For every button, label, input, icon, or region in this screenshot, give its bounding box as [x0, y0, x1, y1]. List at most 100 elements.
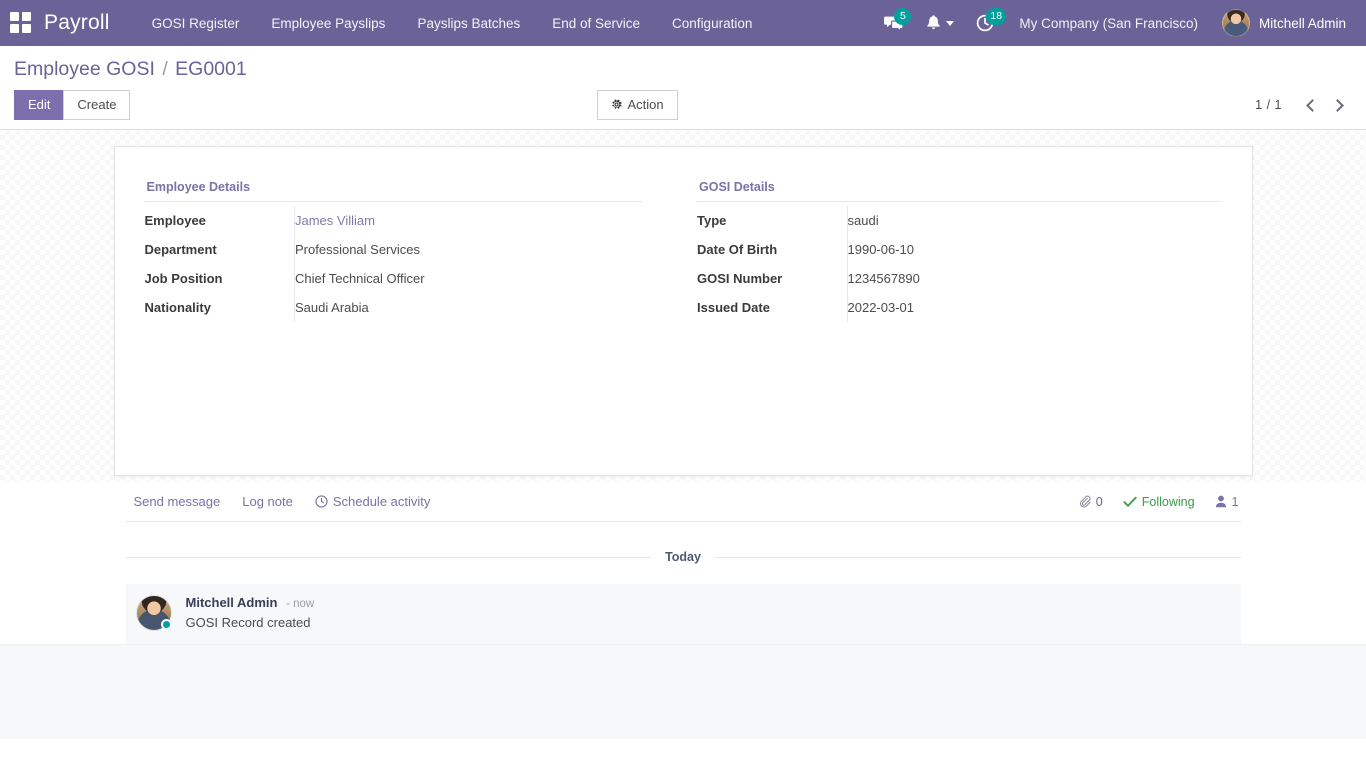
pager-value: 1 / 1 [1255, 98, 1296, 112]
notifications-menu[interactable] [915, 0, 965, 46]
chatter-inner: Send message Log note Schedule activity … [126, 481, 1241, 644]
chatter: Send message Log note Schedule activity … [0, 481, 1366, 644]
log-note-button[interactable]: Log note [242, 494, 293, 509]
field-row-job-position: Job Position Chief Technical Officer [145, 264, 644, 293]
label-job-position: Job Position [145, 264, 295, 293]
message-header: Mitchell Admin - now [186, 595, 315, 610]
gosi-details-title: GOSI Details [697, 180, 1222, 202]
chevron-right-icon [1331, 99, 1344, 112]
label-gosi-number: GOSI Number [697, 264, 847, 293]
check-icon [1123, 496, 1137, 508]
activities-badge: 18 [986, 8, 1006, 25]
schedule-activity-label: Schedule activity [333, 494, 431, 509]
employee-link[interactable]: James Villiam [295, 213, 375, 228]
value-job-position: Chief Technical Officer [295, 264, 644, 293]
breadcrumb-separator: / [162, 58, 167, 80]
breadcrumb: Employee GOSI / EG0001 [14, 56, 1352, 82]
gosi-details-group: GOSI Details Type saudi Date Of Birth 19… [683, 180, 1222, 322]
control-panel-actions: Edit Create Action 1 / 1 [14, 90, 1352, 120]
schedule-activity-button[interactable]: Schedule activity [315, 494, 431, 509]
employee-details-table: Employee James Villiam Department Profes… [145, 206, 644, 322]
message-author[interactable]: Mitchell Admin [186, 595, 278, 610]
day-separator: Today [126, 550, 1241, 564]
label-nationality: Nationality [145, 293, 295, 322]
control-panel: Employee GOSI / EG0001 Edit Create Actio… [0, 46, 1366, 130]
value-gosi-number: 1234567890 [847, 264, 1222, 293]
form-groups: Employee Details Employee James Villiam … [145, 180, 1222, 322]
messages-menu[interactable]: 5 [873, 0, 915, 46]
top-navbar: Payroll GOSI Register Employee Payslips … [0, 0, 1366, 46]
avatar [1222, 9, 1250, 37]
bell-icon [926, 15, 941, 32]
label-issued-date: Issued Date [697, 293, 847, 322]
value-employee: James Villiam [295, 206, 644, 235]
page-footer [0, 644, 1366, 739]
main-menu: GOSI Register Employee Payslips Payslips… [136, 0, 769, 46]
company-switcher[interactable]: My Company (San Francisco) [1005, 16, 1212, 31]
following-button[interactable]: Following [1123, 495, 1195, 509]
field-row-date-of-birth: Date Of Birth 1990-06-10 [697, 235, 1222, 264]
app-brand-payroll[interactable]: Payroll [44, 11, 110, 35]
field-row-issued-date: Issued Date 2022-03-01 [697, 293, 1222, 322]
messages-badge: 5 [894, 8, 911, 25]
menu-item-employee-payslips[interactable]: Employee Payslips [255, 0, 401, 46]
action-button-label: Action [627, 96, 663, 113]
user-icon [1215, 495, 1227, 508]
pager-previous-button[interactable] [1298, 92, 1324, 118]
gosi-details-table: Type saudi Date Of Birth 1990-06-10 GOSI… [697, 206, 1222, 322]
attachments-button[interactable]: 0 [1078, 495, 1103, 509]
message-author-avatar [136, 595, 172, 631]
employee-details-title: Employee Details [145, 180, 644, 202]
breadcrumb-current: EG0001 [175, 58, 247, 80]
user-menu[interactable]: Mitchell Admin [1212, 0, 1352, 46]
label-department: Department [145, 235, 295, 264]
menu-item-gosi-register[interactable]: GOSI Register [136, 0, 256, 46]
form-sheet: Employee Details Employee James Villiam … [114, 146, 1253, 476]
attachment-count: 0 [1096, 495, 1103, 509]
message-content: Mitchell Admin - now GOSI Record created [186, 595, 315, 630]
edit-button[interactable]: Edit [14, 90, 64, 120]
chatter-status: 0 Following 1 [1078, 495, 1241, 509]
clock-icon [315, 495, 328, 508]
label-employee: Employee [145, 206, 295, 235]
chatter-toolbar: Send message Log note Schedule activity … [126, 481, 1241, 522]
paperclip-icon [1078, 495, 1091, 508]
navbar-right: 5 18 My Company (San Francisco) Mitchell… [873, 0, 1352, 46]
followers-count: 1 [1232, 495, 1239, 509]
field-row-employee: Employee James Villiam [145, 206, 644, 235]
chevron-left-icon [1306, 99, 1319, 112]
label-type: Type [697, 206, 847, 235]
value-issued-date: 2022-03-01 [847, 293, 1222, 322]
breadcrumb-root[interactable]: Employee GOSI [14, 58, 155, 80]
menu-item-configuration[interactable]: Configuration [656, 0, 768, 46]
value-type: saudi [847, 206, 1222, 235]
pager: 1 / 1 [1255, 92, 1352, 118]
chevron-down-icon [946, 21, 954, 26]
online-status-icon [161, 619, 172, 630]
following-label: Following [1142, 495, 1195, 509]
day-separator-label: Today [651, 550, 715, 564]
action-button[interactable]: Action [597, 90, 677, 120]
employee-details-group: Employee Details Employee James Villiam … [145, 180, 684, 322]
send-message-button[interactable]: Send message [134, 494, 221, 509]
value-date-of-birth: 1990-06-10 [847, 235, 1222, 264]
field-row-gosi-number: GOSI Number 1234567890 [697, 264, 1222, 293]
label-date-of-birth: Date Of Birth [697, 235, 847, 264]
menu-item-end-of-service[interactable]: End of Service [536, 0, 656, 46]
message-body: GOSI Record created [186, 615, 315, 630]
apps-grid-icon[interactable] [10, 12, 32, 34]
field-row-nationality: Nationality Saudi Arabia [145, 293, 644, 322]
pager-next-button[interactable] [1326, 92, 1352, 118]
value-nationality: Saudi Arabia [295, 293, 644, 322]
value-department: Professional Services [295, 235, 644, 264]
message-item: Mitchell Admin - now GOSI Record created [126, 584, 1241, 644]
field-row-department: Department Professional Services [145, 235, 644, 264]
create-button[interactable]: Create [63, 90, 130, 120]
field-row-type: Type saudi [697, 206, 1222, 235]
activities-menu[interactable]: 18 [965, 0, 1005, 46]
menu-item-payslips-batches[interactable]: Payslips Batches [401, 0, 536, 46]
user-name: Mitchell Admin [1259, 16, 1346, 31]
message-timestamp: - now [286, 598, 314, 610]
gear-icon [611, 99, 622, 110]
followers-button[interactable]: 1 [1215, 495, 1239, 509]
